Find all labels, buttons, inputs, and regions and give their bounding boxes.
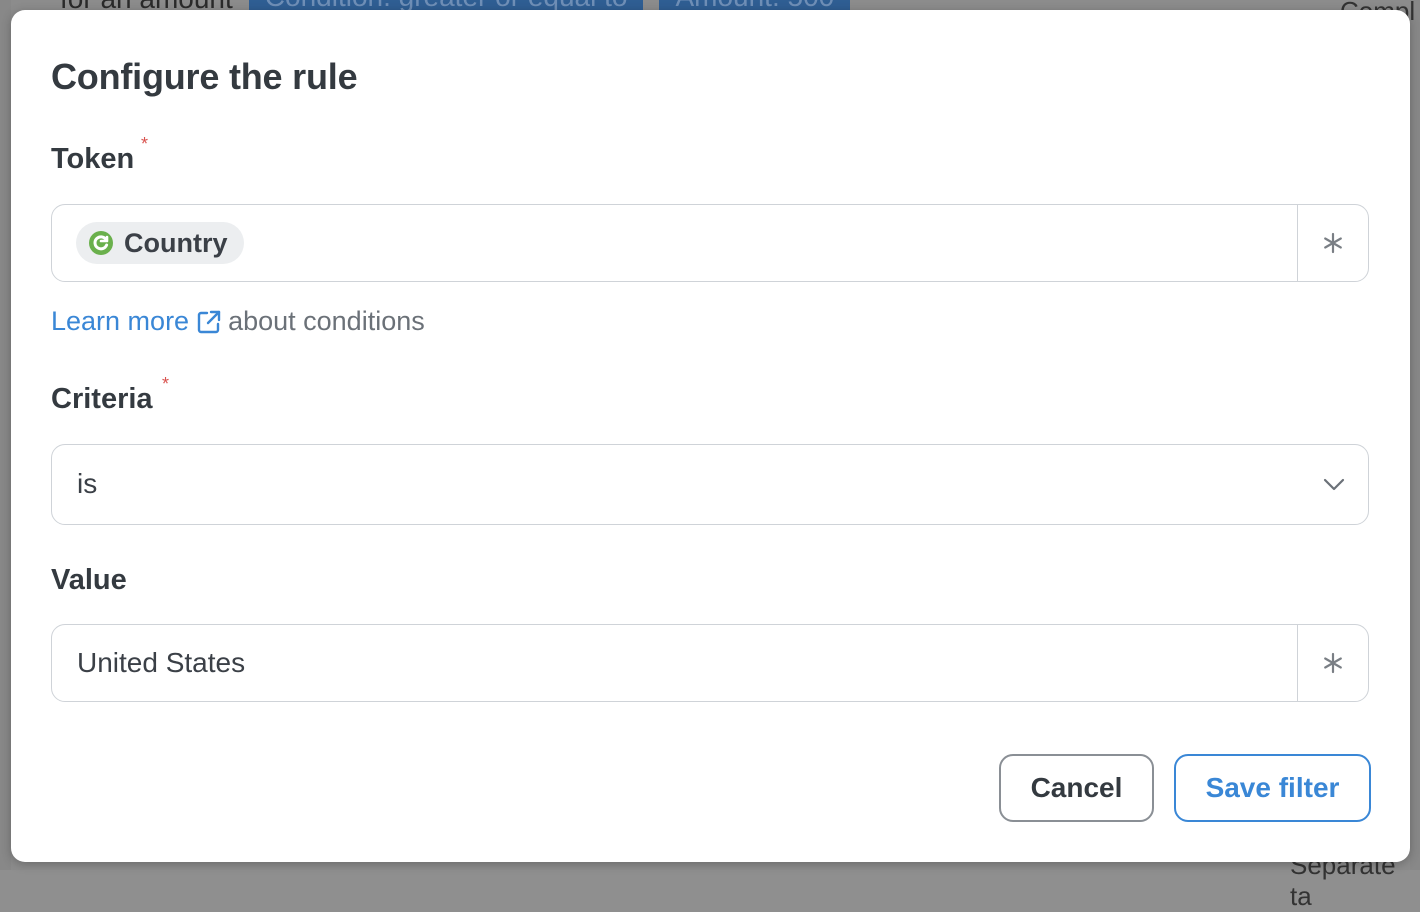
value-input[interactable]: United States	[51, 624, 1369, 702]
value-insert-button[interactable]	[1297, 625, 1368, 701]
save-filter-button[interactable]: Save filter	[1174, 754, 1371, 822]
value-label: Value	[51, 564, 127, 597]
refresh-circle-icon	[88, 230, 114, 256]
learn-more-label: Learn more	[51, 306, 190, 336]
asterisk-icon	[1324, 232, 1342, 254]
token-label-text: Token	[51, 143, 135, 175]
value-label-text: Value	[51, 564, 127, 596]
external-link-icon	[197, 310, 221, 333]
cancel-button[interactable]: Cancel	[999, 754, 1154, 822]
dialog-title: Configure the rule	[51, 56, 358, 97]
learn-more-link[interactable]: Learn more	[51, 306, 222, 337]
token-required-mark: *	[141, 134, 149, 154]
criteria-select[interactable]: is	[51, 444, 1369, 525]
criteria-selected-value: is	[77, 468, 98, 499]
token-label: Token	[51, 143, 134, 176]
chevron-down-icon	[1323, 478, 1345, 491]
value-input-text[interactable]: United States	[77, 625, 245, 701]
token-chip-label: Country	[124, 227, 228, 258]
background-left-edge	[0, 0, 11, 870]
criteria-label: Criteria	[51, 383, 153, 416]
token-insert-button[interactable]	[1297, 205, 1368, 281]
help-suffix: about conditions	[228, 306, 425, 336]
asterisk-icon	[1324, 652, 1342, 674]
criteria-required-mark: *	[162, 374, 170, 394]
token-input[interactable]: Country	[51, 204, 1369, 282]
token-chip-country[interactable]: Country	[76, 222, 244, 264]
criteria-label-text: Criteria	[51, 383, 153, 415]
conditions-help-text: Learn more about conditions	[51, 306, 425, 337]
background-right-edge	[1410, 0, 1420, 870]
configure-rule-dialog: Configure the rule Token * Country Learn…	[11, 10, 1410, 862]
